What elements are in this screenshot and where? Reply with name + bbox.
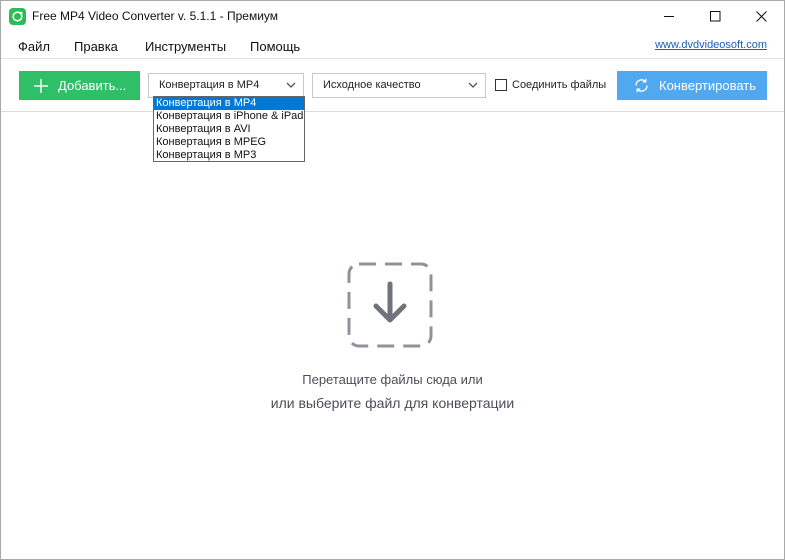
- join-files-label: Соединить файлы: [512, 79, 607, 91]
- drop-hint-text: Перетащите файлы сюда или: [302, 372, 483, 387]
- add-files-button[interactable]: Добавить...: [19, 71, 140, 100]
- close-icon: [755, 11, 767, 22]
- website-link[interactable]: www.dvdvideosoft.com: [655, 39, 767, 51]
- toolbar-divider: [1, 111, 784, 112]
- menu-file[interactable]: Файл: [18, 39, 50, 54]
- close-button[interactable]: [738, 1, 784, 32]
- format-select[interactable]: Конвертация в MP4: [148, 73, 304, 98]
- dropdown-option[interactable]: Конвертация в AVI: [154, 123, 304, 136]
- menu-help[interactable]: Помощь: [250, 39, 300, 54]
- format-dropdown-list: Конвертация в MP4 Конвертация в iPhone &…: [153, 96, 305, 162]
- quality-select[interactable]: Исходное качество: [312, 73, 486, 98]
- convert-label: Конвертировать: [659, 78, 757, 93]
- convert-button[interactable]: Конвертировать: [617, 71, 767, 100]
- title-bar: Free MP4 Video Converter v. 5.1.1 - Прем…: [1, 1, 784, 32]
- download-arrow-icon[interactable]: [347, 262, 433, 348]
- refresh-icon: [633, 77, 650, 94]
- menu-tools[interactable]: Инструменты: [145, 39, 226, 54]
- choose-file-link[interactable]: или выберите файл для конвертации: [1, 395, 784, 411]
- app-logo-icon: [9, 8, 26, 25]
- dropdown-option[interactable]: Конвертация в iPhone & iPad: [154, 110, 304, 123]
- menu-bar: Файл Правка Инструменты Помощь www.dvdvi…: [1, 34, 784, 58]
- app-window: Free MP4 Video Converter v. 5.1.1 - Прем…: [0, 0, 785, 560]
- dropdown-option[interactable]: Конвертация в MP3: [154, 149, 304, 162]
- add-files-label: Добавить...: [58, 78, 127, 93]
- dropdown-option[interactable]: Конвертация в MPEG: [154, 136, 304, 149]
- quality-select-value: Исходное качество: [323, 79, 421, 91]
- format-select-value: Конвертация в MP4: [159, 79, 260, 91]
- plus-icon: [33, 78, 49, 94]
- minimize-icon: [663, 16, 674, 17]
- menu-divider: [1, 58, 784, 59]
- join-files-option[interactable]: Соединить файлы: [495, 79, 606, 91]
- chevron-down-icon: [286, 80, 296, 93]
- chevron-down-icon: [468, 80, 478, 93]
- dropdown-option[interactable]: Конвертация в MP4: [154, 97, 304, 110]
- menu-edit[interactable]: Правка: [74, 39, 118, 54]
- maximize-icon: [709, 11, 720, 22]
- minimize-button[interactable]: [646, 1, 692, 32]
- join-files-checkbox[interactable]: [495, 79, 507, 91]
- maximize-button[interactable]: [692, 1, 738, 32]
- window-title: Free MP4 Video Converter v. 5.1.1 - Прем…: [32, 9, 279, 23]
